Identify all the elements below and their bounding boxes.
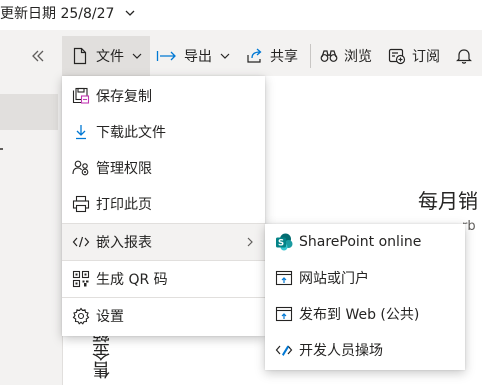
- menu-item-label: 打印此页: [96, 197, 152, 213]
- chevron-down-icon: [220, 51, 230, 61]
- submenu-item-publish-web[interactable]: 发布到 Web (公共): [265, 296, 465, 332]
- share-button[interactable]: 共享: [246, 36, 298, 76]
- last-updated-text: 更新日期 25/8/27: [0, 6, 115, 22]
- menu-item-label: 管理权限: [96, 161, 152, 177]
- file-dropdown-menu: 保存复制 下载此文件 管理权限 打印此页 嵌入报表 生成 QR 码 设置: [62, 76, 265, 336]
- publish-web-icon: [275, 305, 293, 323]
- browse-button[interactable]: 浏览: [320, 36, 372, 76]
- menu-item-settings[interactable]: 设置: [62, 298, 265, 334]
- save-copy-icon: [72, 87, 90, 105]
- binoculars-icon: [320, 49, 338, 63]
- sharepoint-icon: S: [275, 233, 293, 251]
- menu-item-embed-report[interactable]: 嵌入报表: [62, 224, 265, 260]
- browse-label: 浏览: [344, 49, 372, 65]
- file-menu-button[interactable]: 文件: [62, 36, 150, 76]
- manage-permissions-icon: [72, 159, 90, 177]
- submenu-item-website[interactable]: 网站或门户: [265, 260, 465, 296]
- share-icon: [246, 48, 264, 64]
- alert-button[interactable]: [456, 36, 472, 76]
- gear-icon: [72, 307, 90, 325]
- qr-code-icon: [72, 270, 90, 288]
- submenu-item-label: SharePoint online: [299, 234, 422, 250]
- menu-item-generate-qr[interactable]: 生成 QR 码: [62, 261, 265, 297]
- submenu-item-label: 发布到 Web (公共): [299, 307, 420, 323]
- menu-item-label: 保存复制: [96, 89, 152, 105]
- left-navigation: [0, 76, 62, 385]
- website-icon: [275, 269, 293, 287]
- submenu-item-label: 开发人员操场: [299, 343, 383, 359]
- chevron-right-icon: [245, 233, 255, 255]
- svg-text:S: S: [278, 239, 284, 249]
- chevron-down-icon: [125, 6, 135, 22]
- submenu-item-sharepoint[interactable]: S SharePoint online: [265, 224, 465, 260]
- embed-report-submenu: S SharePoint online 网站或门户 发布到 Web (公共) 开…: [265, 224, 465, 370]
- export-arrow-icon: [156, 49, 178, 63]
- menu-item-print[interactable]: 打印此页: [62, 186, 265, 222]
- menu-item-download[interactable]: 下载此文件: [62, 114, 265, 150]
- file-menu-label: 文件: [96, 49, 124, 65]
- download-icon: [72, 123, 90, 141]
- print-icon: [72, 195, 90, 213]
- report-title: 每月销: [418, 189, 478, 213]
- menu-item-label: 嵌入报表: [96, 235, 152, 251]
- chevron-down-icon: [132, 51, 142, 61]
- bell-icon: [456, 47, 472, 65]
- developer-playground-icon: [275, 341, 293, 359]
- menu-item-save-copy[interactable]: 保存复制: [62, 78, 265, 114]
- export-label: 导出: [184, 49, 212, 65]
- embed-code-icon: [72, 233, 90, 251]
- toolbar: 文件 导出 共享 浏览 订阅: [0, 36, 482, 76]
- collapse-nav-button[interactable]: [26, 44, 50, 68]
- last-updated[interactable]: 更新日期 25/8/27: [0, 3, 135, 23]
- subscribe-button[interactable]: 订阅: [388, 36, 440, 76]
- menu-item-label: 设置: [96, 309, 124, 325]
- toolbar-divider: [310, 44, 311, 68]
- document-icon: [72, 47, 88, 65]
- double-chevron-left-icon: [32, 50, 44, 62]
- subscribe-label: 订阅: [412, 49, 440, 65]
- share-label: 共享: [270, 49, 298, 65]
- subscribe-icon: [388, 47, 406, 65]
- nav-selected-item[interactable]: [0, 94, 58, 130]
- report-header: 更新日期 25/8/27: [0, 0, 482, 30]
- submenu-item-label: 网站或门户: [299, 271, 369, 287]
- export-button[interactable]: 导出: [156, 36, 230, 76]
- nav-marker: [0, 148, 3, 150]
- menu-item-label: 下载此文件: [96, 125, 166, 141]
- menu-item-manage-permissions[interactable]: 管理权限: [62, 150, 265, 186]
- menu-item-label: 生成 QR 码: [96, 272, 168, 288]
- submenu-item-developer-playground[interactable]: 开发人员操场: [265, 332, 465, 368]
